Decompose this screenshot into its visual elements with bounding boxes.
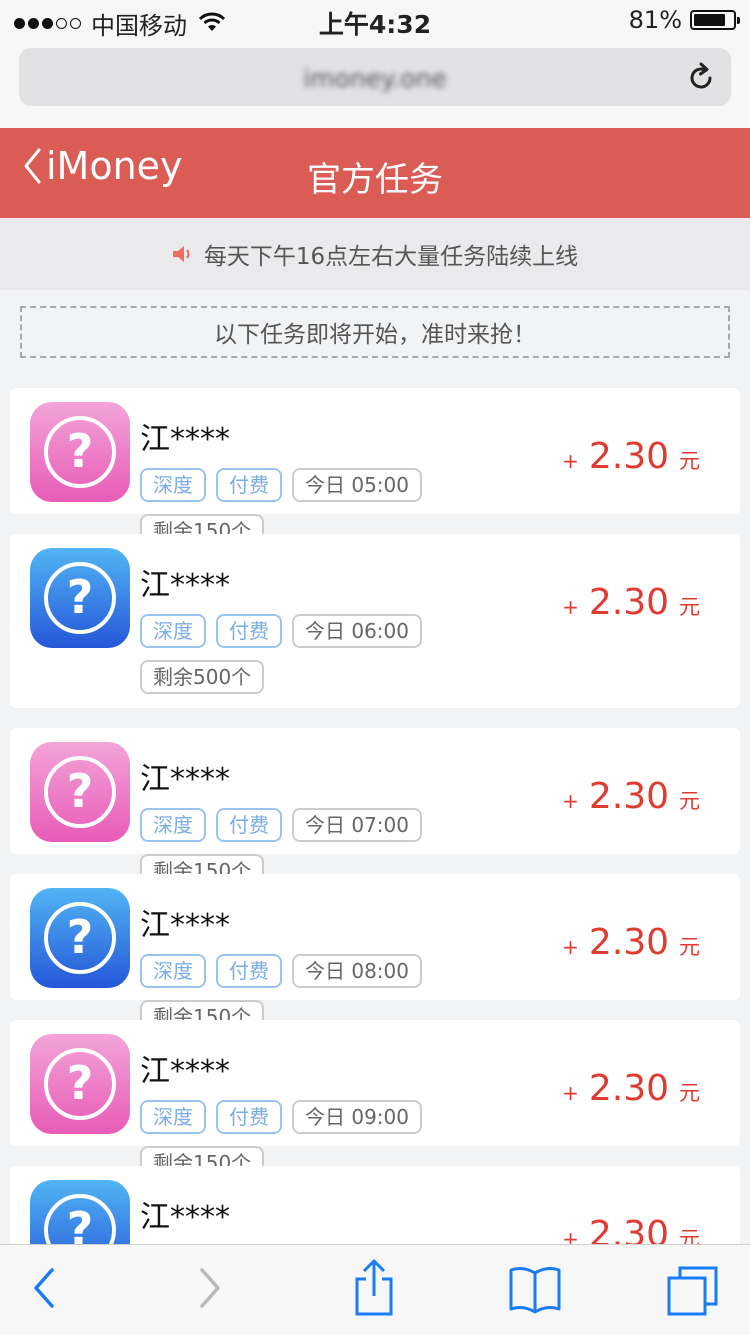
url-text: imoney.one [303,64,447,93]
svg-text:?: ? [67,910,94,964]
upcoming-banner: 以下任务即将开始，准时来抢！ [20,306,730,358]
reward-plus: + [562,449,579,473]
bookmarks-icon[interactable] [508,1265,562,1319]
tag-depth: 深度 [140,808,206,842]
battery-group: 81% [628,6,740,34]
reward-unit: 元 [679,1081,700,1105]
reward-amount: + 2.30 元 [562,1068,700,1109]
battery-percent: 81% [628,6,682,34]
reward-value: 2.30 [588,582,669,623]
task-card[interactable]: ? 江**** 深度 付费 今日 06:00 剩余500个 + 2.30 元 [10,534,740,708]
browser-toolbar [0,1244,750,1335]
forward-icon[interactable] [196,1263,226,1317]
reward-amount: + 2.30 元 [562,582,700,623]
svg-text:?: ? [67,1056,94,1110]
reward-plus: + [562,935,579,959]
app-icon: ? [30,402,130,502]
tag-time: 今日 06:00 [292,614,422,648]
reward-amount: + 2.30 元 [562,436,700,477]
tag-depth: 深度 [140,954,206,988]
nav-header: iMoney 官方任务 [0,128,750,218]
question-icon: ? [44,902,116,974]
back-icon[interactable] [28,1263,58,1317]
tag-time: 今日 08:00 [292,954,422,988]
tag-paid: 付费 [216,468,282,502]
task-card[interactable]: ? 江**** 深度 付费 今日 08:00 剩余150个 + 2.30 元 [10,874,740,1034]
task-name: 江**** [140,1054,230,1089]
svg-text:?: ? [67,764,94,818]
status-bar: 中国移动 上午4:32 81% [0,0,750,40]
reward-plus: + [562,595,579,619]
url-field[interactable]: imoney.one [19,48,731,106]
banner-text: 以下任务即将开始，准时来抢！ [214,322,536,348]
task-name: 江**** [140,1200,230,1235]
tag-paid: 付费 [216,1100,282,1134]
tag-depth: 深度 [140,468,206,502]
reward-unit: 元 [679,789,700,813]
reward-unit: 元 [679,449,700,473]
tag-paid: 付费 [216,808,282,842]
speaker-icon [172,246,190,262]
app-icon: ? [30,548,130,648]
reward-unit: 元 [679,935,700,959]
tabs-icon[interactable] [666,1265,720,1321]
app-icon: ? [30,888,130,988]
task-name: 江**** [140,422,230,457]
task-name: 江**** [140,762,230,797]
svg-text:?: ? [67,424,94,478]
reward-plus: + [562,789,579,813]
task-card[interactable]: ? 江**** 深度 付费 今日 09:00 剩余150个 + 2.30 元 [10,1020,740,1180]
reward-value: 2.30 [588,436,669,477]
question-icon: ? [44,562,116,634]
reward-value: 2.30 [588,776,669,817]
notice-bar: 每天下午16点左右大量任务陆续上线 [0,218,750,290]
task-card[interactable]: ? 江**** 深度 付费 今日 07:00 剩余150个 + 2.30 元 [10,728,740,888]
tag-remaining: 剩余500个 [140,660,265,694]
tag-paid: 付费 [216,614,282,648]
task-name: 江**** [140,568,230,603]
reward-unit: 元 [679,595,700,619]
app-icon: ? [30,742,130,842]
notice-text: 每天下午16点左右大量任务陆续上线 [203,244,579,270]
page-title: 官方任务 [307,160,443,200]
reward-plus: + [562,1081,579,1105]
tag-time: 今日 05:00 [292,468,422,502]
task-tags: 深度 付费 今日 06:00 剩余500个 [140,614,540,694]
question-icon: ? [44,756,116,828]
reward-amount: + 2.30 元 [562,922,700,963]
tag-paid: 付费 [216,954,282,988]
app-icon: ? [30,1034,130,1134]
tag-time: 今日 07:00 [292,808,422,842]
reward-amount: + 2.30 元 [562,776,700,817]
question-icon: ? [44,1048,116,1120]
browser-address-bar: imoney.one [0,40,750,128]
battery-icon [690,10,740,30]
reload-icon[interactable] [685,62,717,94]
task-name: 江**** [140,908,230,943]
share-icon[interactable] [352,1259,396,1321]
task-card[interactable]: ? 江**** 深度 付费 今日 05:00 剩余150个 + 2.30 元 [10,388,740,548]
reward-value: 2.30 [588,922,669,963]
tag-time: 今日 09:00 [292,1100,422,1134]
question-icon: ? [44,416,116,488]
tag-depth: 深度 [140,1100,206,1134]
svg-text:?: ? [67,570,94,624]
tag-depth: 深度 [140,614,206,648]
reward-value: 2.30 [588,1068,669,1109]
